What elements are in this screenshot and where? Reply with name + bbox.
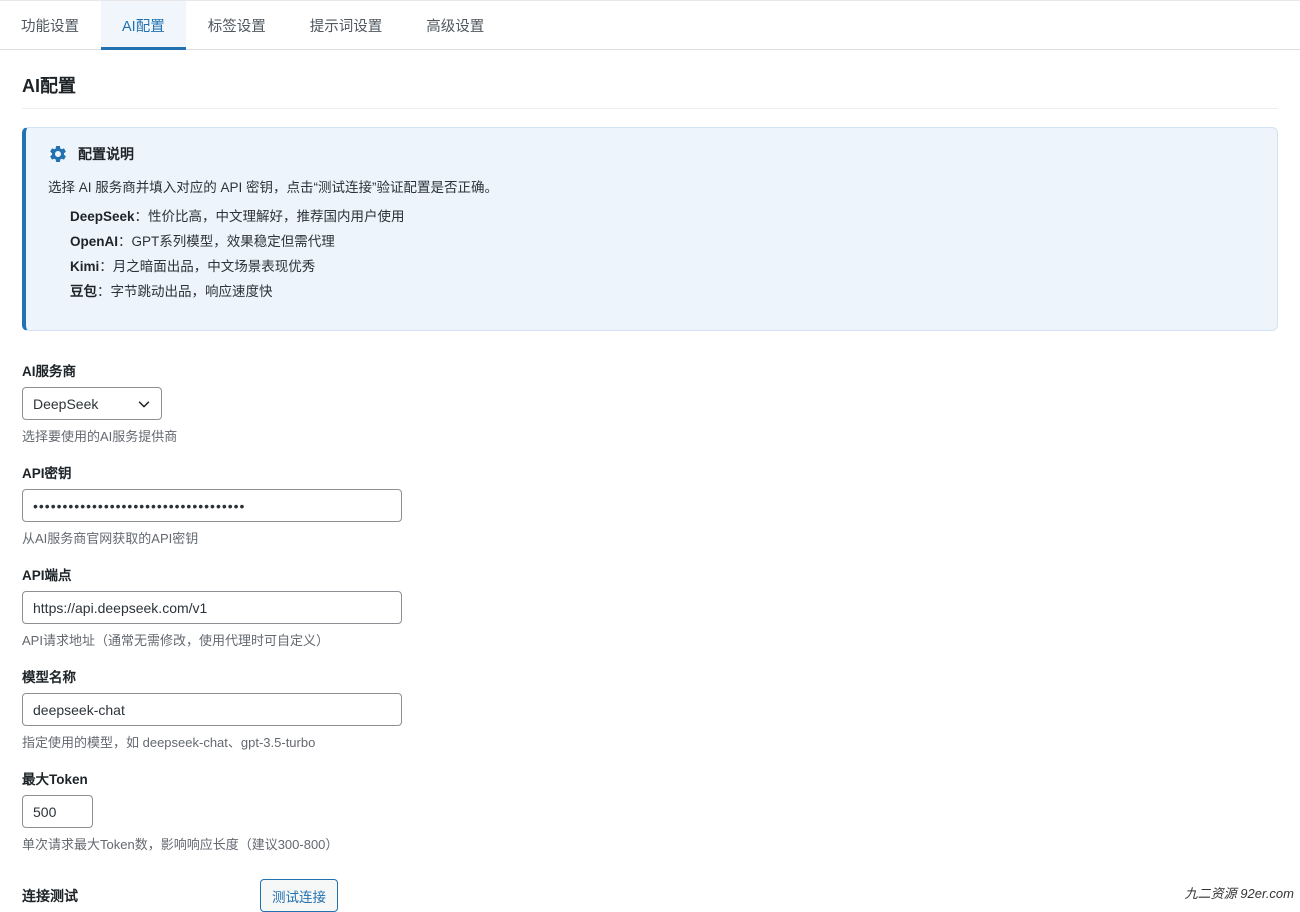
provider-name: Kimi [70,259,100,274]
provider-note: ：性价比高，中文理解好，推荐国内用户使用 [134,209,405,224]
config-notice: 配置说明 选择 AI 服务商并填入对应的 API 密钥，点击“测试连接”验证配置… [22,127,1278,331]
page-title: AI配置 [22,72,1278,109]
list-item: OpenAI：GPT系列模型，效果稳定但需代理 [70,229,1255,254]
test-connection-button[interactable]: 测试连接 [260,879,338,912]
notice-header: 配置说明 [48,144,1255,164]
tab-advanced-settings[interactable]: 高级设置 [404,1,506,49]
provider-description: 选择要使用的AI服务提供商 [22,429,178,444]
notice-description: 选择 AI 服务商并填入对应的 API 密钥，点击“测试连接”验证配置是否正确。 [48,180,499,195]
endpoint-field: API端点 API请求地址（通常无需修改，使用代理时可自定义） [22,564,1278,649]
gear-icon [50,146,66,162]
connection-test-label: 连接测试 [22,887,78,904]
max-token-description: 单次请求最大Token数，影响响应长度（建议300-800） [22,837,339,852]
model-label: 模型名称 [22,670,76,685]
api-key-label: API密钥 [22,466,72,481]
provider-name: 豆包 [70,284,97,299]
model-description: 指定使用的模型，如 deepseek-chat、gpt-3.5-turbo [22,735,316,750]
model-field: 模型名称 指定使用的模型，如 deepseek-chat、gpt-3.5-tur… [22,666,1278,751]
max-token-input[interactable] [22,795,93,828]
list-item: 豆包：字节跳动出品，响应速度快 [70,279,1255,304]
provider-select-value: DeepSeek [33,395,99,412]
tab-ai-config[interactable]: AI配置 [101,1,186,50]
api-key-input[interactable] [22,489,402,522]
max-token-field: 最大Token 单次请求最大Token数，影响响应长度（建议300-800） [22,768,1278,853]
provider-select[interactable]: DeepSeek [22,387,162,420]
endpoint-label: API端点 [22,568,72,583]
provider-name: DeepSeek [70,209,135,224]
settings-tabs: 功能设置 AI配置 标签设置 提示词设置 高级设置 [0,0,1300,50]
provider-list: DeepSeek：性价比高，中文理解好，推荐国内用户使用 OpenAI：GPT系… [48,204,1255,304]
tab-prompt-settings[interactable]: 提示词设置 [288,1,405,49]
chevron-down-icon [138,400,150,407]
list-item: Kimi：月之暗面出品，中文场景表现优秀 [70,254,1255,279]
list-item: DeepSeek：性价比高，中文理解好，推荐国内用户使用 [70,204,1255,229]
provider-note: ：字节跳动出品，响应速度快 [97,284,273,299]
tab-feature-settings[interactable]: 功能设置 [0,1,101,49]
endpoint-description: API请求地址（通常无需修改，使用代理时可自定义） [22,633,329,648]
provider-label: AI服务商 [22,364,76,379]
model-input[interactable] [22,693,402,726]
api-key-field: API密钥 从AI服务商官网获取的API密钥 [22,462,1278,547]
provider-note: ：GPT系列模型，效果稳定但需代理 [118,234,335,249]
endpoint-input[interactable] [22,591,402,624]
watermark: 九二资源 92er.com [1184,886,1294,901]
api-key-description: 从AI服务商官网获取的API密钥 [22,531,199,546]
connection-test-row: 连接测试 测试连接 [22,879,1278,912]
provider-name: OpenAI [70,234,119,249]
provider-field: AI服务商 DeepSeek 选择要使用的AI服务提供商 [22,360,1278,445]
max-token-label: 最大Token [22,772,88,787]
notice-title: 配置说明 [78,146,134,162]
provider-note: ：月之暗面出品，中文场景表现优秀 [99,259,316,274]
tab-tag-settings[interactable]: 标签设置 [186,1,288,49]
main-content: AI配置 配置说明 选择 AI 服务商并填入对应的 API 密钥，点击“测试连接… [0,72,1300,912]
